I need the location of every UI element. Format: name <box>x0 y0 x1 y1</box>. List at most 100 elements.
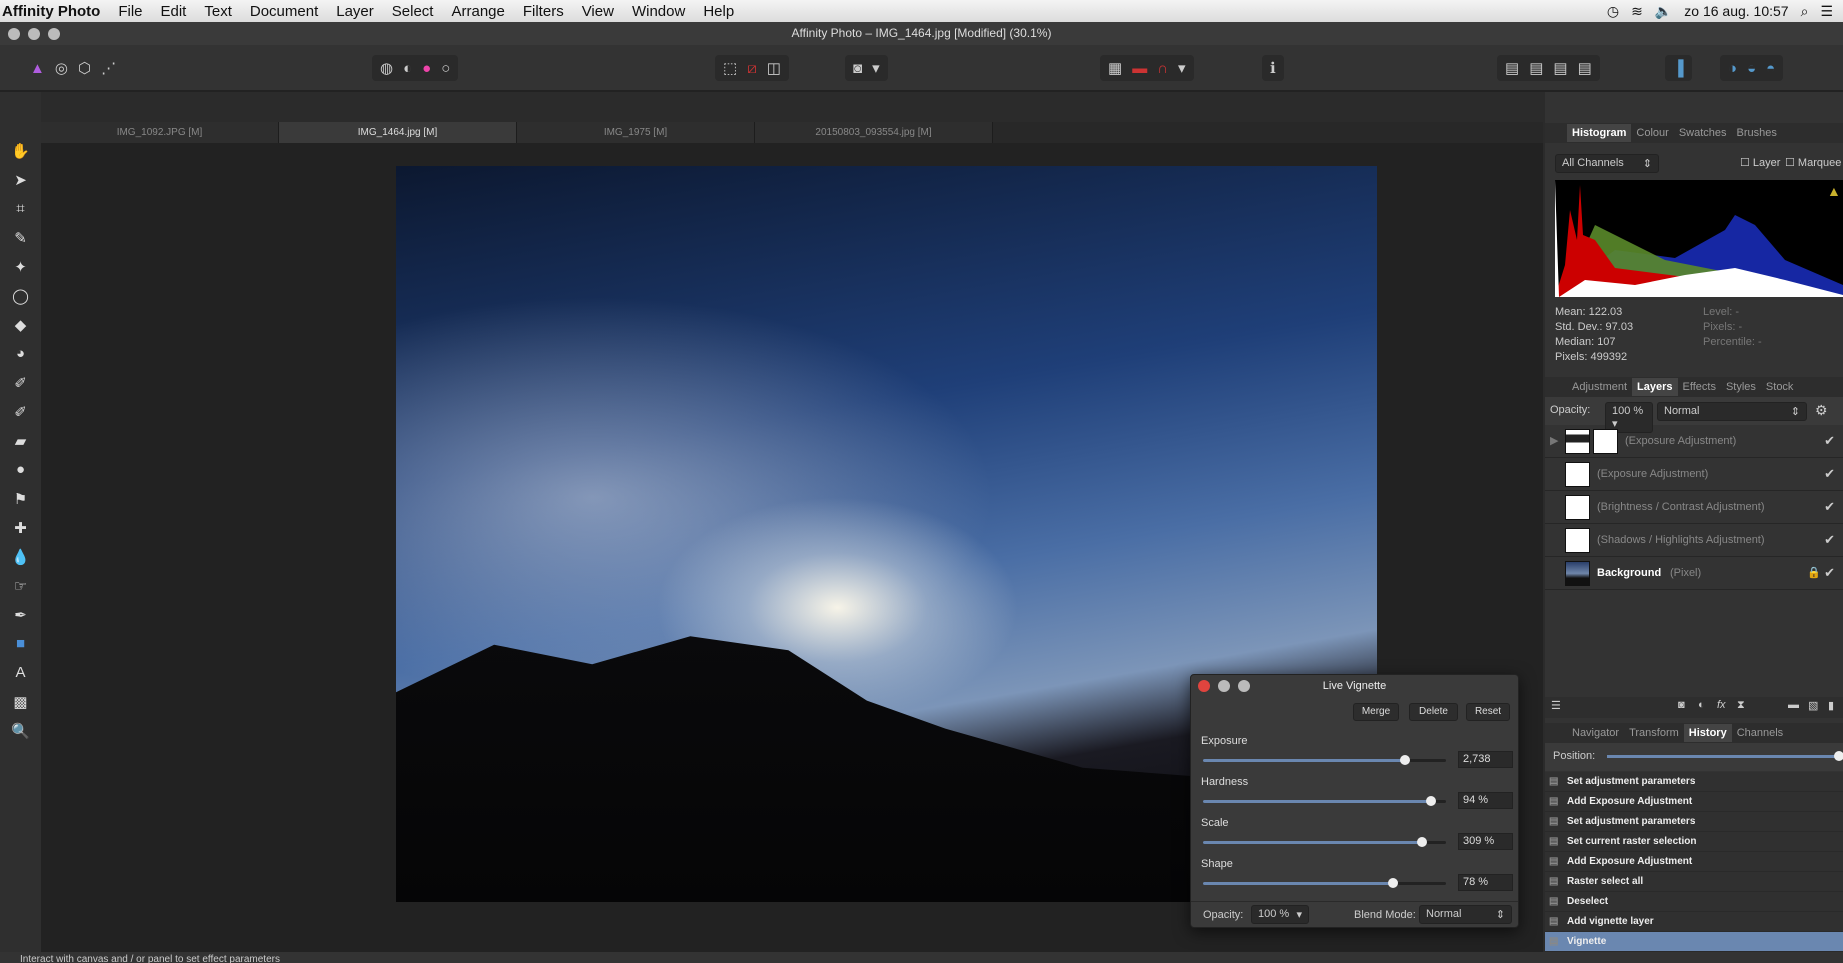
spotlight-icon[interactable]: ⌕ <box>1801 3 1809 20</box>
trash-icon[interactable]: ▮ <box>1828 699 1834 712</box>
pen-tool-icon[interactable]: ✒ <box>0 606 41 635</box>
slider-knob[interactable] <box>1416 837 1427 847</box>
position-knob[interactable] <box>1834 751 1843 761</box>
move-forward-icon[interactable]: ▤ <box>1553 59 1567 77</box>
history-item[interactable]: ▤ Add Exposure Adjustment <box>1545 852 1843 872</box>
tab-colour[interactable]: Colour <box>1631 124 1673 142</box>
menu-select[interactable]: Select <box>383 3 443 20</box>
window-minimize-button[interactable] <box>28 28 40 40</box>
folder-icon[interactable]: ▬ <box>1788 699 1799 711</box>
wifi-icon[interactable]: ≋ <box>1631 3 1643 20</box>
merge-button[interactable]: Merge <box>1353 703 1399 721</box>
subtract-icon[interactable]: ◒ <box>1747 60 1756 77</box>
grid-icon[interactable]: ▦ <box>1108 59 1122 77</box>
layer-blend-select[interactable]: Normal ⇕ <box>1657 402 1807 421</box>
history-item[interactable]: ▤ Set adjustment parameters <box>1545 812 1843 832</box>
slider-value-field[interactable]: 78 % <box>1458 874 1513 891</box>
healing-tool-icon[interactable]: ✚ <box>0 519 41 548</box>
gear-icon[interactable]: ⚙ <box>1815 402 1828 419</box>
slider-value-field[interactable]: 94 % <box>1458 792 1513 809</box>
deselect-icon[interactable]: ⧄ <box>747 60 757 77</box>
align-button[interactable]: ▐ <box>1665 55 1692 81</box>
history-item[interactable]: ▤ Raster select all <box>1545 872 1843 892</box>
volume-icon[interactable]: 🔈 <box>1655 3 1672 20</box>
tab-navigator[interactable]: Navigator <box>1567 724 1624 742</box>
tab-transform[interactable]: Transform <box>1624 724 1684 742</box>
menu-file[interactable]: File <box>109 3 151 20</box>
history-item[interactable]: ▤ Add vignette layer <box>1545 912 1843 932</box>
history-item[interactable]: ▤ Deselect <box>1545 892 1843 912</box>
visibility-checkbox[interactable]: ✔ <box>1824 499 1835 515</box>
tab-histogram[interactable]: Histogram <box>1567 124 1632 142</box>
tab-20150803[interactable]: 20150803_093554.jpg [M] <box>755 122 993 143</box>
fx-icon[interactable]: fx <box>1717 699 1726 711</box>
fill-tool-icon[interactable]: ◆ <box>0 316 41 345</box>
move-tool-icon[interactable]: ➤ <box>0 171 41 200</box>
lock-icon[interactable]: 🔒 <box>1807 566 1821 579</box>
rectangle-tool-icon[interactable]: ■ <box>0 635 41 664</box>
white-balance-icon[interactable]: ○ <box>441 60 450 77</box>
tab-img-1092[interactable]: IMG_1092.JPG [M] <box>41 122 279 143</box>
slider-track[interactable] <box>1203 796 1446 806</box>
clone-tool-icon[interactable]: ⚑ <box>0 490 41 519</box>
snap-icon[interactable]: ▬ <box>1132 60 1147 77</box>
dialog-minimize-button[interactable] <box>1218 680 1230 692</box>
colour-wheel-icon[interactable]: ● <box>422 60 431 77</box>
vignette-blend-select[interactable]: Normal ⇕ <box>1419 905 1512 924</box>
colour-replacement-icon[interactable]: ✐ <box>0 403 41 432</box>
adjustment-icon[interactable]: ◐ <box>1698 699 1705 711</box>
slider-knob[interactable] <box>1426 796 1437 806</box>
add-icon[interactable]: ◑ <box>1728 60 1737 77</box>
history-item-selected[interactable]: ▤ Vignette <box>1545 932 1843 952</box>
history-item[interactable]: ▤ Set adjustment parameters <box>1545 772 1843 792</box>
menu-help[interactable]: Help <box>694 3 743 20</box>
timemachine-icon[interactable]: ◷ <box>1607 3 1619 20</box>
menu-window[interactable]: Window <box>623 3 694 20</box>
menu-arrange[interactable]: Arrange <box>442 3 513 20</box>
visibility-checkbox[interactable]: ✔ <box>1824 433 1835 449</box>
tab-brushes[interactable]: Brushes <box>1732 124 1782 142</box>
marquee-checkbox[interactable]: ☐ Marquee <box>1785 156 1841 169</box>
selection-brush-icon[interactable]: ✦ <box>0 258 41 287</box>
invert-selection-icon[interactable]: ◫ <box>767 59 781 77</box>
menu-document[interactable]: Document <box>241 3 327 20</box>
intersect-icon[interactable]: ◓ <box>1766 60 1775 77</box>
move-front-icon[interactable]: ▤ <box>1578 59 1592 77</box>
slider-value-field[interactable]: 2,738 <box>1458 751 1513 768</box>
move-backward-icon[interactable]: ▤ <box>1529 59 1543 77</box>
text-tool-icon[interactable]: A <box>0 664 41 693</box>
layer-row[interactable]: (Exposure Adjustment) ✔ <box>1545 458 1843 491</box>
tab-channels[interactable]: Channels <box>1732 724 1788 742</box>
slider-knob[interactable] <box>1387 878 1398 888</box>
lasso-tool-icon[interactable]: ◯ <box>0 287 41 316</box>
move-back-icon[interactable]: ▤ <box>1505 59 1519 77</box>
expand-arrow-icon[interactable]: ▶ <box>1550 434 1558 447</box>
menu-layer[interactable]: Layer <box>327 3 383 20</box>
slider-track[interactable] <box>1203 837 1446 847</box>
live-filter-icon[interactable]: ⧗ <box>1737 699 1745 712</box>
clock[interactable]: zo 16 aug. 10:57 <box>1684 3 1788 20</box>
slider-track[interactable] <box>1203 755 1446 765</box>
export-persona-icon[interactable]: ⋰ <box>101 59 116 77</box>
tab-styles[interactable]: Styles <box>1721 378 1761 396</box>
mesh-warp-icon[interactable]: ▩ <box>0 693 41 722</box>
menu-text[interactable]: Text <box>195 3 241 20</box>
eraser-tool-icon[interactable]: ▰ <box>0 432 41 461</box>
info-button[interactable]: ℹ <box>1262 55 1284 81</box>
dialog-close-button[interactable] <box>1198 680 1210 692</box>
window-close-button[interactable] <box>8 28 20 40</box>
tab-history[interactable]: History <box>1683 724 1732 742</box>
slider-track[interactable] <box>1203 878 1446 888</box>
menu-filters[interactable]: Filters <box>514 3 573 20</box>
slider-value-field[interactable]: 309 % <box>1458 833 1513 850</box>
photo-persona-icon[interactable]: ▲ <box>30 60 45 77</box>
tab-adjustment[interactable]: Adjustment <box>1567 378 1632 396</box>
levels-icon[interactable]: ◍ <box>380 59 393 77</box>
hand-tool-icon[interactable]: ✋ <box>0 142 41 171</box>
zoom-tool-icon[interactable]: 🔍 <box>0 722 41 751</box>
paint-brush-icon[interactable]: ✐ <box>0 374 41 403</box>
tab-swatches[interactable]: Swatches <box>1674 124 1732 142</box>
vignette-opacity-select[interactable]: 100 % ▾ <box>1251 905 1309 924</box>
layer-row[interactable]: Background (Pixel) 🔒 ✔ <box>1545 557 1843 590</box>
dodge-tool-icon[interactable]: ● <box>0 461 41 490</box>
